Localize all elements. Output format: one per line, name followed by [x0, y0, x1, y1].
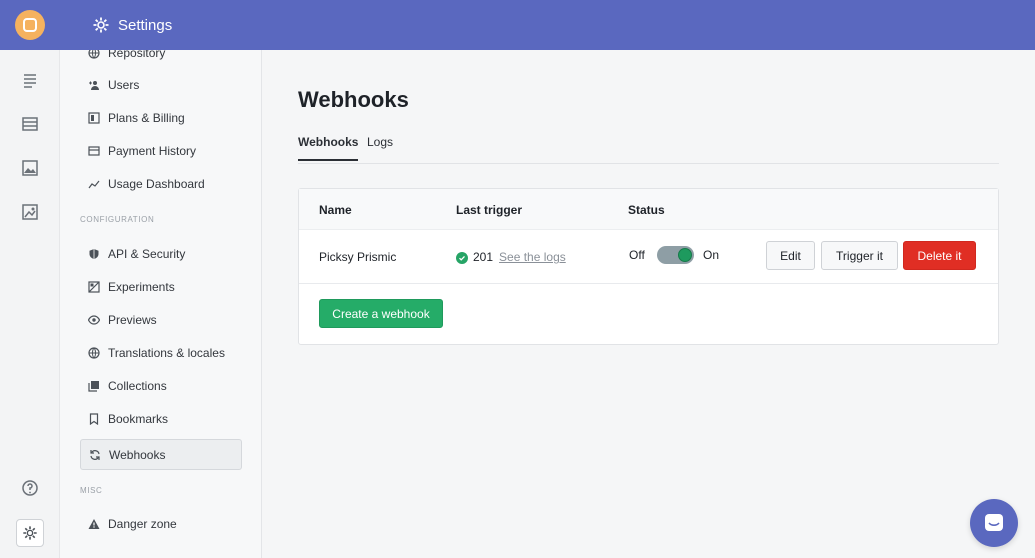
main-content: Webhooks Webhooks Logs Name Last trigger… [263, 50, 1035, 558]
image-edit-icon[interactable] [20, 202, 40, 222]
sidebar-item-label: Experiments [108, 280, 175, 294]
sidebar-item-label: Users [108, 78, 140, 92]
create-webhook-button[interactable]: Create a webhook [319, 299, 443, 328]
settings-sidebar: Repository Users Plans & Billing Payment… [60, 50, 262, 558]
sidebar-item-translations-locales[interactable]: Translations & locales [80, 338, 242, 368]
section-label-misc: MISC [80, 486, 103, 495]
sidebar-item-previews[interactable]: Previews [80, 305, 242, 335]
document-list-icon[interactable] [20, 70, 40, 90]
sidebar-item-label: Webhooks [109, 447, 166, 462]
rail-header [0, 0, 60, 50]
add-user-icon [88, 79, 100, 91]
toggle-off-label: Off [629, 248, 645, 262]
sidebar-item-label: Collections [108, 379, 167, 393]
bookmark-icon [88, 413, 100, 425]
delete-button[interactable]: Delete it [903, 241, 976, 270]
webhook-name: Picksy Prismic [319, 250, 397, 264]
experiment-icon [88, 281, 100, 293]
globe-icon [88, 50, 100, 59]
section-label-configuration: CONFIGURATION [80, 215, 155, 224]
toggle-on-label: On [703, 248, 720, 262]
globe-icon [88, 347, 100, 359]
table-icon[interactable] [20, 114, 40, 134]
warning-icon [88, 518, 100, 530]
sidebar-item-experiments[interactable]: Experiments [80, 272, 242, 302]
chat-launcher[interactable] [970, 499, 1018, 547]
webhooks-table-card: Name Last trigger Status Picksy Prismic … [298, 188, 999, 345]
tab-bar: Webhooks Logs [298, 128, 999, 164]
collection-icon [88, 380, 100, 392]
shield-icon [88, 248, 100, 260]
trigger-button[interactable]: Trigger it [821, 241, 898, 270]
column-header-last-trigger: Last trigger [456, 203, 523, 217]
status-code: 201 [473, 250, 494, 264]
logo-icon[interactable] [15, 10, 45, 40]
sidebar-item-label: Plans & Billing [108, 111, 185, 125]
table-header: Name Last trigger Status [299, 189, 998, 230]
sidebar-item-label: Repository [108, 50, 166, 60]
webhook-status-toggle[interactable] [657, 246, 694, 264]
sidebar-item-payment-history[interactable]: Payment History [80, 136, 242, 166]
sidebar-item-users[interactable]: Users [80, 70, 242, 100]
sidebar-item-webhooks[interactable]: Webhooks [80, 439, 242, 470]
toggle-knob [678, 248, 692, 262]
top-bar: Settings [60, 0, 1035, 50]
sidebar-item-label: Danger zone [108, 517, 177, 531]
column-header-name: Name [319, 203, 352, 217]
page-header-title: Settings [118, 16, 173, 34]
help-icon[interactable] [20, 478, 40, 498]
icon-rail [0, 0, 60, 558]
table-row: Picksy Prismic 201 See the logs Off On Ed… [299, 230, 998, 284]
last-trigger-cell: 201 See the logs [456, 250, 566, 264]
sidebar-item-plans-billing[interactable]: Plans & Billing [80, 103, 242, 133]
edit-button[interactable]: Edit [766, 241, 815, 270]
tab-webhooks[interactable]: Webhooks [298, 135, 359, 161]
sidebar-item-usage-dashboard[interactable]: Usage Dashboard [80, 169, 242, 199]
sidebar-item-label: Translations & locales [108, 346, 225, 360]
column-header-status: Status [628, 203, 665, 217]
sidebar-item-api-security[interactable]: API & Security [80, 239, 242, 269]
plans-icon [88, 112, 100, 124]
sidebar-item-danger-zone[interactable]: Danger zone [80, 509, 242, 539]
page-title: Webhooks [298, 87, 409, 112]
chart-icon [88, 178, 100, 190]
sidebar-item-repository[interactable]: Repository [80, 50, 242, 68]
tab-logs[interactable]: Logs [367, 135, 393, 159]
sidebar-item-label: Usage Dashboard [108, 177, 205, 191]
sidebar-item-label: Previews [108, 313, 157, 327]
sidebar-item-label: Bookmarks [108, 412, 169, 426]
card-icon [88, 145, 100, 157]
check-circle-icon [456, 251, 468, 264]
chat-icon [985, 514, 1003, 531]
sidebar-item-bookmarks[interactable]: Bookmarks [80, 404, 242, 434]
see-logs-link[interactable]: See the logs [499, 250, 566, 264]
eye-icon [88, 314, 100, 326]
gear-icon [93, 17, 109, 33]
sidebar-item-label: API & Security [108, 247, 186, 261]
gear-icon [23, 526, 37, 540]
refresh-icon [89, 449, 101, 461]
image-icon[interactable] [20, 158, 40, 178]
settings-rail-button[interactable] [16, 519, 44, 547]
sidebar-item-label: Payment History [108, 144, 197, 158]
sidebar-item-collections[interactable]: Collections [80, 371, 242, 401]
